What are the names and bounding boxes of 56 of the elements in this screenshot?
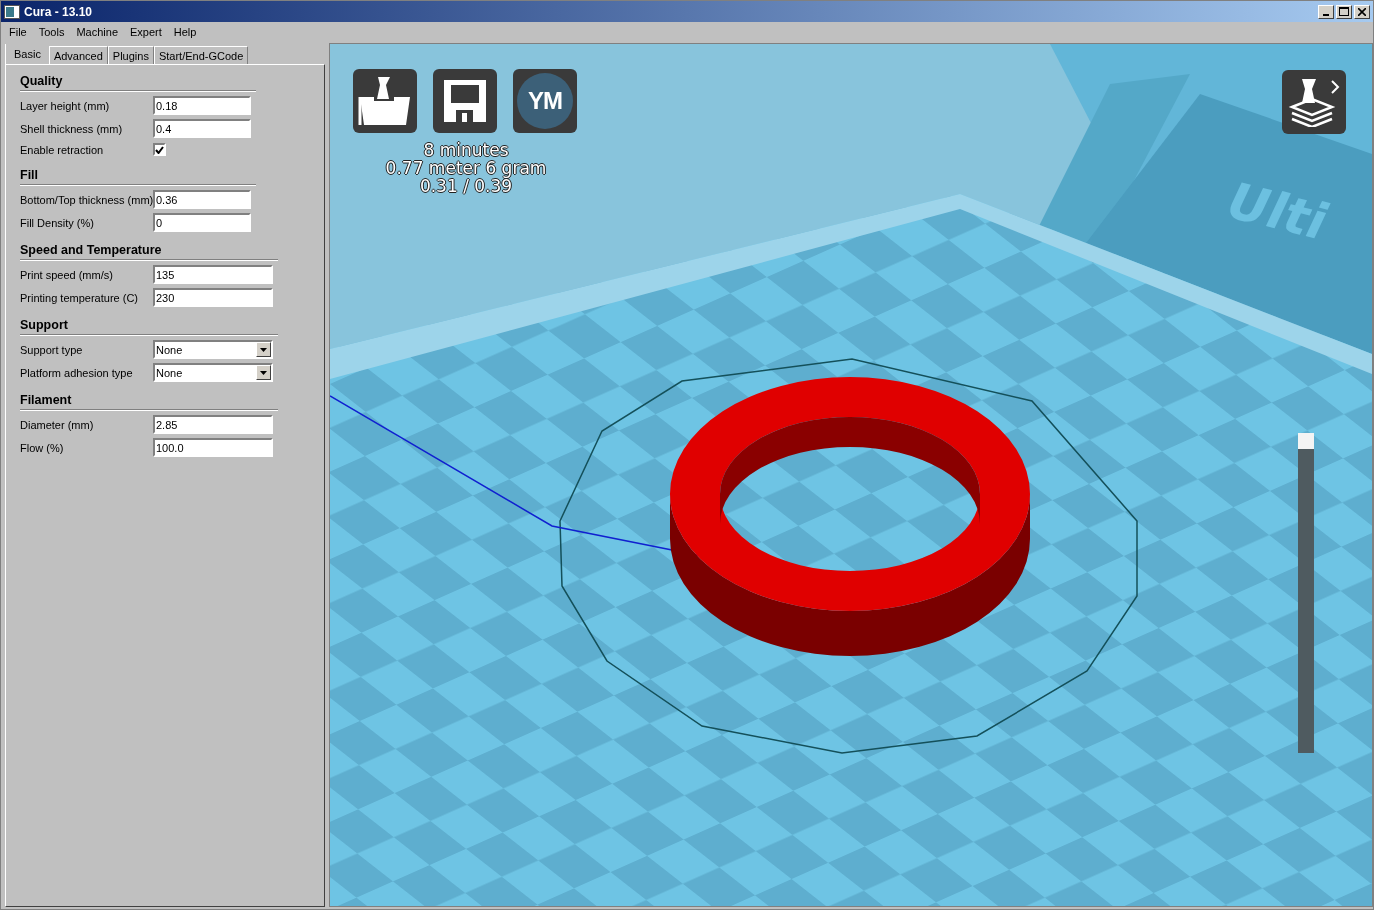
section-header: Filament (20, 390, 278, 410)
field-label: Shell thickness (mm) (20, 122, 124, 135)
slider-thumb[interactable] (1298, 433, 1314, 449)
menu-item[interactable]: Machine (70, 26, 124, 38)
dropdown[interactable]: None (153, 363, 273, 382)
caret-icon (260, 347, 267, 352)
dropdown[interactable]: None (153, 340, 273, 359)
window-title: Cura - 13.10 (24, 4, 94, 19)
menu-item[interactable]: Tools (32, 26, 71, 38)
field-label: Enable retraction (20, 143, 105, 156)
tab[interactable]: Plugins (107, 46, 154, 64)
maximize-icon (1339, 7, 1349, 16)
tab[interactable]: Start/End-GCode (153, 46, 249, 64)
field-label: Layer height (mm) (20, 99, 111, 112)
input-field[interactable]: 0.36 (153, 190, 251, 209)
maximize-button[interactable] (1336, 4, 1352, 19)
menu-item[interactable]: Help (167, 26, 203, 38)
app-icon (4, 4, 20, 19)
menu-item[interactable]: File (3, 26, 33, 38)
field-label: Flow (%) (20, 441, 65, 454)
print-stat: 0.31 / 0.39 (419, 177, 513, 195)
field-label: Support type (20, 343, 84, 356)
load-button[interactable] (353, 69, 417, 133)
field-label: Fill Density (%) (20, 216, 95, 229)
layers-icon (1288, 77, 1340, 127)
input-field[interactable]: 135 (153, 265, 273, 284)
minimize-icon (1323, 13, 1329, 16)
menu-item[interactable]: Expert (124, 26, 168, 38)
field-label: Bottom/Top thickness (mm) (20, 193, 153, 206)
section-header: Support (20, 315, 278, 335)
input-field[interactable]: 2.85 (153, 415, 273, 434)
layer-slider[interactable] (1298, 433, 1314, 753)
save-button[interactable] (433, 69, 497, 133)
field-label: Platform adhesion type (20, 366, 134, 379)
print-stat: 8 minutes (423, 141, 509, 159)
youmagine-button[interactable]: YM (513, 69, 577, 133)
view-mode-button[interactable] (1282, 70, 1346, 134)
close-icon (1358, 7, 1366, 16)
input-field[interactable]: 0.18 (153, 96, 251, 115)
minimize-button[interactable] (1318, 4, 1334, 19)
input-field[interactable]: 0 (153, 213, 251, 232)
field-label: Printing temperature (C) (20, 291, 139, 304)
input-field[interactable]: 100.0 (153, 438, 273, 457)
field-label: Diameter (mm) (20, 418, 95, 431)
load-folder-icon (358, 75, 412, 127)
caret-icon (260, 370, 267, 375)
input-field[interactable]: 230 (153, 288, 273, 307)
section-header: Speed and Temperature (20, 240, 278, 260)
input-field[interactable]: 0.4 (153, 119, 251, 138)
close-button[interactable] (1354, 4, 1370, 19)
print-stat: 0.77 meter 6 gram (385, 159, 547, 177)
field-label: Print speed (mm/s) (20, 268, 114, 281)
tab[interactable]: Advanced (48, 46, 108, 64)
section-header: Quality (20, 71, 256, 91)
section-header: Fill (20, 165, 256, 185)
checkbox[interactable] (153, 143, 166, 156)
